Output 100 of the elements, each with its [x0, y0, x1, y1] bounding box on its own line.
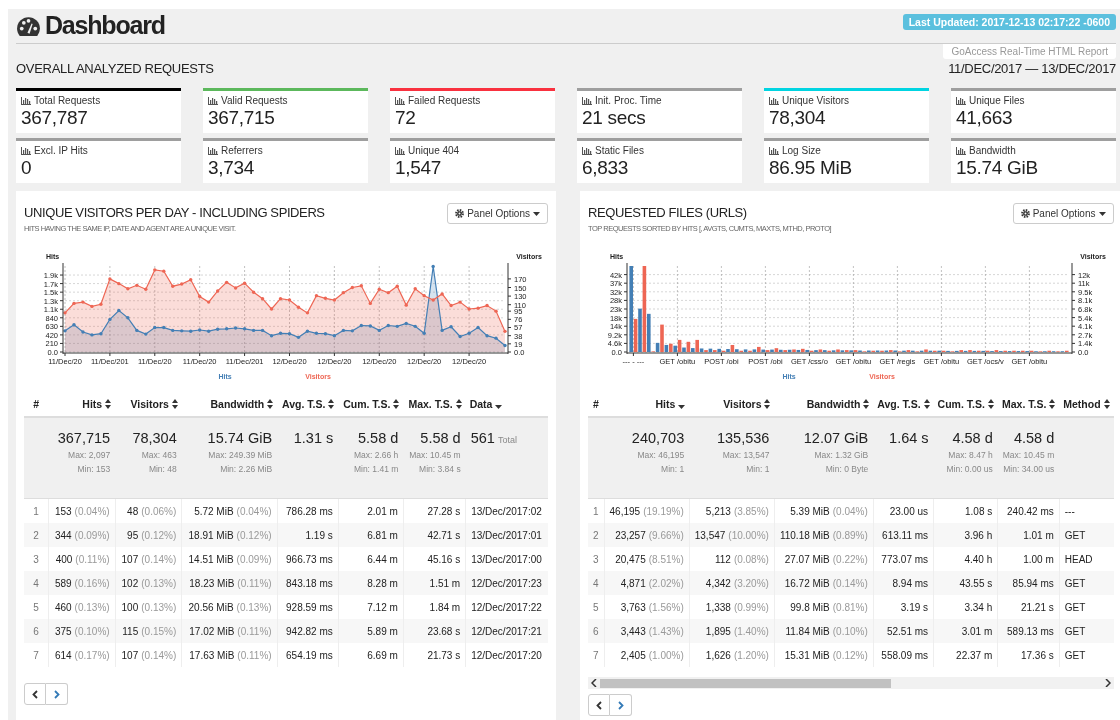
metric-label: Log Size	[782, 145, 821, 156]
table-cell: 4,871 (2.02%)	[604, 571, 690, 595]
summary-value: 12.07 GiB	[803, 430, 869, 446]
summary-value: 1.31 s	[293, 430, 334, 446]
table-cell: 12/Dec/2017:23	[465, 571, 548, 595]
table-cell: 1	[24, 498, 49, 523]
table-cell: 7	[24, 643, 49, 667]
summary-max: Max: 10.45 m	[408, 450, 461, 460]
summary-max: Max: 2,097	[67, 450, 111, 460]
table-cell: 23.68 s	[403, 619, 466, 643]
table-cell: 3	[24, 547, 49, 571]
summary-min: Min: 1.41 m	[352, 464, 399, 474]
table-cell: 375 (0.10%)	[48, 619, 116, 643]
summary-max: Max: 46,195	[636, 450, 685, 460]
table-cell: 4	[588, 571, 605, 595]
summary-value: 15.74 GiB	[207, 430, 273, 446]
table-cell: 1.51 m	[403, 571, 466, 595]
metric-value: 21 secs	[582, 107, 647, 129]
table-cell: 1.19 s	[277, 523, 339, 547]
table-cell: 23,257 (9.66%)	[604, 523, 690, 547]
metric-label: Excl. IP Hits	[34, 145, 88, 156]
table-cell: 8.94 ms	[873, 571, 934, 595]
table-cell: 2,405 (1.00%)	[604, 643, 690, 667]
metric-label: Unique Visitors	[782, 95, 850, 106]
table-cell: 344 (0.09%)	[48, 523, 116, 547]
table-cell: 17.63 MiB (0.11%)	[181, 643, 278, 667]
table-cell: 42.71 s	[403, 523, 466, 547]
table-cell: 614 (0.17%)	[48, 643, 116, 667]
summary-max: Max: 13,547	[721, 450, 770, 460]
table-cell: 16.72 MiB (0.14%)	[774, 571, 874, 595]
table-cell: GET	[1059, 571, 1114, 595]
table-cell: GET	[1059, 643, 1114, 667]
metric-label: Valid Requests	[221, 95, 288, 106]
table-cell: 4	[24, 571, 49, 595]
table-cell: 18.23 MiB (0.11%)	[181, 571, 278, 595]
summary-value: 4.58 d	[1013, 430, 1055, 446]
panel-options-button[interactable]: Panel Options	[1012, 203, 1114, 224]
metric-value: 15.74 GiB	[956, 157, 1039, 179]
table-cell: 6.81 m	[338, 523, 404, 547]
summary-max: Max: 2.66 h	[352, 450, 399, 460]
metric-value: 367,715	[208, 107, 276, 129]
panel-title: REQUESTED FILES (URLS)	[588, 205, 748, 220]
table-cell: 18.91 MiB (0.12%)	[181, 523, 278, 547]
summary-min: Min: 153	[76, 464, 111, 474]
table-cell: 558.09 ms	[873, 643, 934, 667]
report-label: GoAccess Real-Time HTML Report	[943, 44, 1116, 59]
summary-max: Max: 249.39 MiB	[207, 450, 273, 460]
panel-title: UNIQUE VISITORS PER DAY - INCLUDING SPIDERS	[24, 205, 325, 220]
summary-value: 4.58 d	[952, 430, 993, 446]
table-cell: GET	[1059, 523, 1114, 547]
table-cell: 843.18 ms	[277, 571, 339, 595]
summary-min: Min: 0.00 us	[945, 464, 993, 474]
metric-label: Init. Proc. Time	[595, 95, 662, 106]
table-cell: 4,342 (3.20%)	[689, 571, 775, 595]
summary-min: Min: 1	[660, 464, 685, 474]
table-cell: 102 (0.13%)	[115, 571, 182, 595]
table-cell: 1,895 (1.40%)	[689, 619, 775, 643]
table-cell: 13/Dec/2017:01	[465, 523, 548, 547]
metric-value: 367,787	[21, 107, 89, 129]
table-cell: 12/Dec/2017:20	[465, 643, 548, 667]
table-cell: 11.84 MiB (0.10%)	[774, 619, 874, 643]
summary-value: 240,703	[631, 430, 685, 446]
summary-value: 561	[470, 430, 495, 446]
last-updated-badge: Last Updated: 2017-12-13 02:17:22 -0600	[902, 14, 1116, 30]
metric-label: Bandwidth	[969, 145, 1016, 156]
table-cell: 589.13 ms	[997, 619, 1060, 643]
summary-max: Max: 8.47 h	[947, 450, 993, 460]
table-cell: 22.37 m	[933, 643, 998, 667]
summary-max: Max: 1.32 GiB	[813, 450, 869, 460]
summary-min: Min: 0 Byte	[824, 464, 869, 474]
table-cell: 6	[24, 619, 49, 643]
metric-value: 86.95 MiB	[769, 157, 853, 179]
table-cell: 12/Dec/2017:21	[465, 619, 548, 643]
table-cell: 21.73 s	[403, 643, 466, 667]
table-cell: 1,626 (1.20%)	[689, 643, 775, 667]
metric-value: 41,663	[956, 107, 1014, 129]
table-cell: 1	[588, 498, 605, 523]
panel-options-button[interactable]: Panel Options	[447, 203, 548, 224]
metric-value: 78,304	[769, 107, 827, 129]
table-cell: 3	[588, 547, 605, 571]
date-range: 11/DEC/2017 — 13/DEC/2017	[948, 61, 1116, 78]
summary-min: Min: 48	[147, 464, 177, 474]
table-cell: 95 (0.12%)	[115, 523, 182, 547]
page-title: Dashboard	[45, 11, 165, 40]
summary-value: 5.58 d	[358, 430, 399, 446]
summary-value: 135,536	[717, 430, 770, 446]
table-cell: 1.01 m	[997, 523, 1060, 547]
table-cell: 17.36 s	[997, 643, 1060, 667]
metric-value: 1,547	[395, 157, 443, 179]
metric-value: 6,833	[582, 157, 630, 179]
table-cell: 7	[588, 643, 605, 667]
summary-value: 5.58 d	[420, 430, 461, 446]
table-cell: 6.69 m	[338, 643, 404, 667]
table-cell: 8.28 m	[338, 571, 404, 595]
summary-min: Min: 34.00 us	[1002, 464, 1055, 474]
table-cell: 6	[588, 619, 605, 643]
summary-min: Min: 2.26 MiB	[219, 464, 273, 474]
table-cell: GET	[1059, 619, 1114, 643]
table-cell: 17.02 MiB (0.11%)	[181, 619, 278, 643]
table-cell: 2	[588, 523, 605, 547]
